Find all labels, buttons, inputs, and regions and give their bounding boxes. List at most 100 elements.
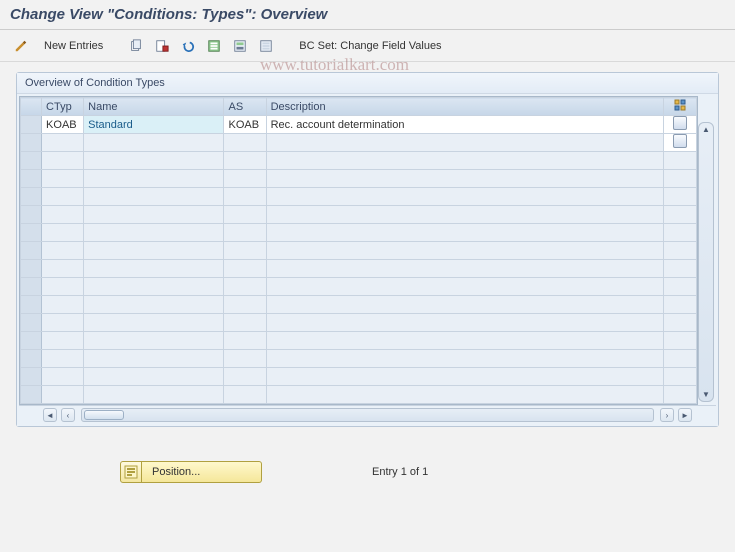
column-header-ctyp[interactable]: CTyp — [42, 98, 84, 116]
row-selector[interactable] — [21, 332, 42, 350]
scroll-first-icon[interactable]: ◄ — [43, 408, 57, 422]
cell-description[interactable] — [266, 296, 664, 314]
cell-name[interactable] — [84, 242, 224, 260]
cell-name[interactable] — [84, 314, 224, 332]
cell-name[interactable] — [84, 368, 224, 386]
delete-button[interactable] — [151, 35, 173, 57]
cell-name[interactable] — [84, 152, 224, 170]
cell-name[interactable] — [84, 386, 224, 404]
scroll-left-icon[interactable]: ‹ — [61, 408, 75, 422]
cell-as[interactable] — [224, 134, 266, 152]
row-selector[interactable] — [21, 368, 42, 386]
cell-description[interactable] — [266, 386, 664, 404]
cell-description[interactable] — [266, 368, 664, 386]
cell-indicator[interactable] — [664, 116, 697, 134]
cell-ctyp[interactable] — [42, 206, 84, 224]
cell-ctyp[interactable] — [42, 314, 84, 332]
row-selector[interactable] — [21, 116, 42, 134]
cell-as[interactable] — [224, 278, 266, 296]
cell-description[interactable] — [266, 188, 664, 206]
cell-name[interactable] — [84, 170, 224, 188]
cell-ctyp[interactable] — [42, 188, 84, 206]
table-row[interactable] — [21, 386, 697, 404]
cell-description[interactable] — [266, 170, 664, 188]
table-row[interactable] — [21, 350, 697, 368]
table-row[interactable] — [21, 278, 697, 296]
cell-ctyp[interactable] — [42, 134, 84, 152]
cell-ctyp[interactable] — [42, 278, 84, 296]
row-selector[interactable] — [21, 278, 42, 296]
cell-description[interactable]: Rec. account determination — [266, 116, 664, 134]
copy-as-button[interactable] — [125, 35, 147, 57]
cell-name[interactable] — [84, 224, 224, 242]
table-row[interactable] — [21, 296, 697, 314]
table-row[interactable] — [21, 206, 697, 224]
cell-ctyp[interactable] — [42, 296, 84, 314]
cell-ctyp[interactable] — [42, 332, 84, 350]
cell-description[interactable] — [266, 314, 664, 332]
cell-name[interactable] — [84, 188, 224, 206]
row-selector[interactable] — [21, 314, 42, 332]
hscroll-thumb[interactable] — [84, 410, 124, 420]
table-row[interactable] — [21, 260, 697, 278]
row-selector[interactable] — [21, 170, 42, 188]
row-selector[interactable] — [21, 296, 42, 314]
position-button[interactable]: Position... — [142, 461, 262, 483]
cell-ctyp[interactable] — [42, 224, 84, 242]
row-selector[interactable] — [21, 188, 42, 206]
cell-as[interactable] — [224, 332, 266, 350]
cell-as[interactable] — [224, 386, 266, 404]
cell-ctyp[interactable] — [42, 260, 84, 278]
indicator-icon[interactable] — [673, 116, 687, 130]
cell-indicator[interactable] — [664, 134, 697, 152]
vertical-scrollbar[interactable]: ▲ ▼ — [698, 122, 714, 402]
cell-as[interactable] — [224, 260, 266, 278]
cell-name[interactable] — [84, 278, 224, 296]
cell-as[interactable] — [224, 206, 266, 224]
column-header-selector[interactable] — [21, 98, 42, 116]
cell-ctyp[interactable] — [42, 152, 84, 170]
cell-ctyp[interactable] — [42, 350, 84, 368]
cell-as[interactable]: KOAB — [224, 116, 266, 134]
row-selector[interactable] — [21, 134, 42, 152]
cell-as[interactable] — [224, 314, 266, 332]
cell-as[interactable] — [224, 242, 266, 260]
table-row[interactable] — [21, 224, 697, 242]
table-row[interactable] — [21, 242, 697, 260]
cell-name[interactable] — [84, 350, 224, 368]
scroll-up-icon[interactable]: ▲ — [702, 125, 710, 134]
select-all-button[interactable] — [203, 35, 225, 57]
cell-name[interactable] — [84, 296, 224, 314]
table-row[interactable] — [21, 134, 697, 152]
row-selector[interactable] — [21, 386, 42, 404]
cell-as[interactable] — [224, 350, 266, 368]
cell-description[interactable] — [266, 152, 664, 170]
row-selector[interactable] — [21, 350, 42, 368]
scroll-right-icon[interactable]: › — [660, 408, 674, 422]
cell-description[interactable] — [266, 350, 664, 368]
cell-ctyp[interactable] — [42, 386, 84, 404]
column-header-as[interactable]: AS — [224, 98, 266, 116]
new-entries-button[interactable]: New Entries — [36, 35, 111, 57]
cell-name[interactable] — [84, 260, 224, 278]
deselect-all-button[interactable] — [255, 35, 277, 57]
hscroll-track[interactable] — [81, 408, 654, 422]
cell-name[interactable] — [84, 206, 224, 224]
table-row[interactable] — [21, 188, 697, 206]
column-header-description[interactable]: Description — [266, 98, 664, 116]
row-selector[interactable] — [21, 260, 42, 278]
cell-description[interactable] — [266, 206, 664, 224]
toggle-display-change-button[interactable] — [10, 35, 32, 57]
cell-as[interactable] — [224, 188, 266, 206]
row-selector[interactable] — [21, 242, 42, 260]
table-row[interactable] — [21, 332, 697, 350]
condition-types-table[interactable]: CTyp Name AS Description KOABStandardKOA… — [19, 96, 698, 405]
cell-as[interactable] — [224, 224, 266, 242]
select-block-button[interactable] — [229, 35, 251, 57]
cell-description[interactable] — [266, 332, 664, 350]
position-icon[interactable] — [120, 461, 142, 483]
scroll-last-icon[interactable]: ► — [678, 408, 692, 422]
table-row[interactable]: KOABStandardKOABRec. account determinati… — [21, 116, 697, 134]
cell-description[interactable] — [266, 278, 664, 296]
table-row[interactable] — [21, 170, 697, 188]
